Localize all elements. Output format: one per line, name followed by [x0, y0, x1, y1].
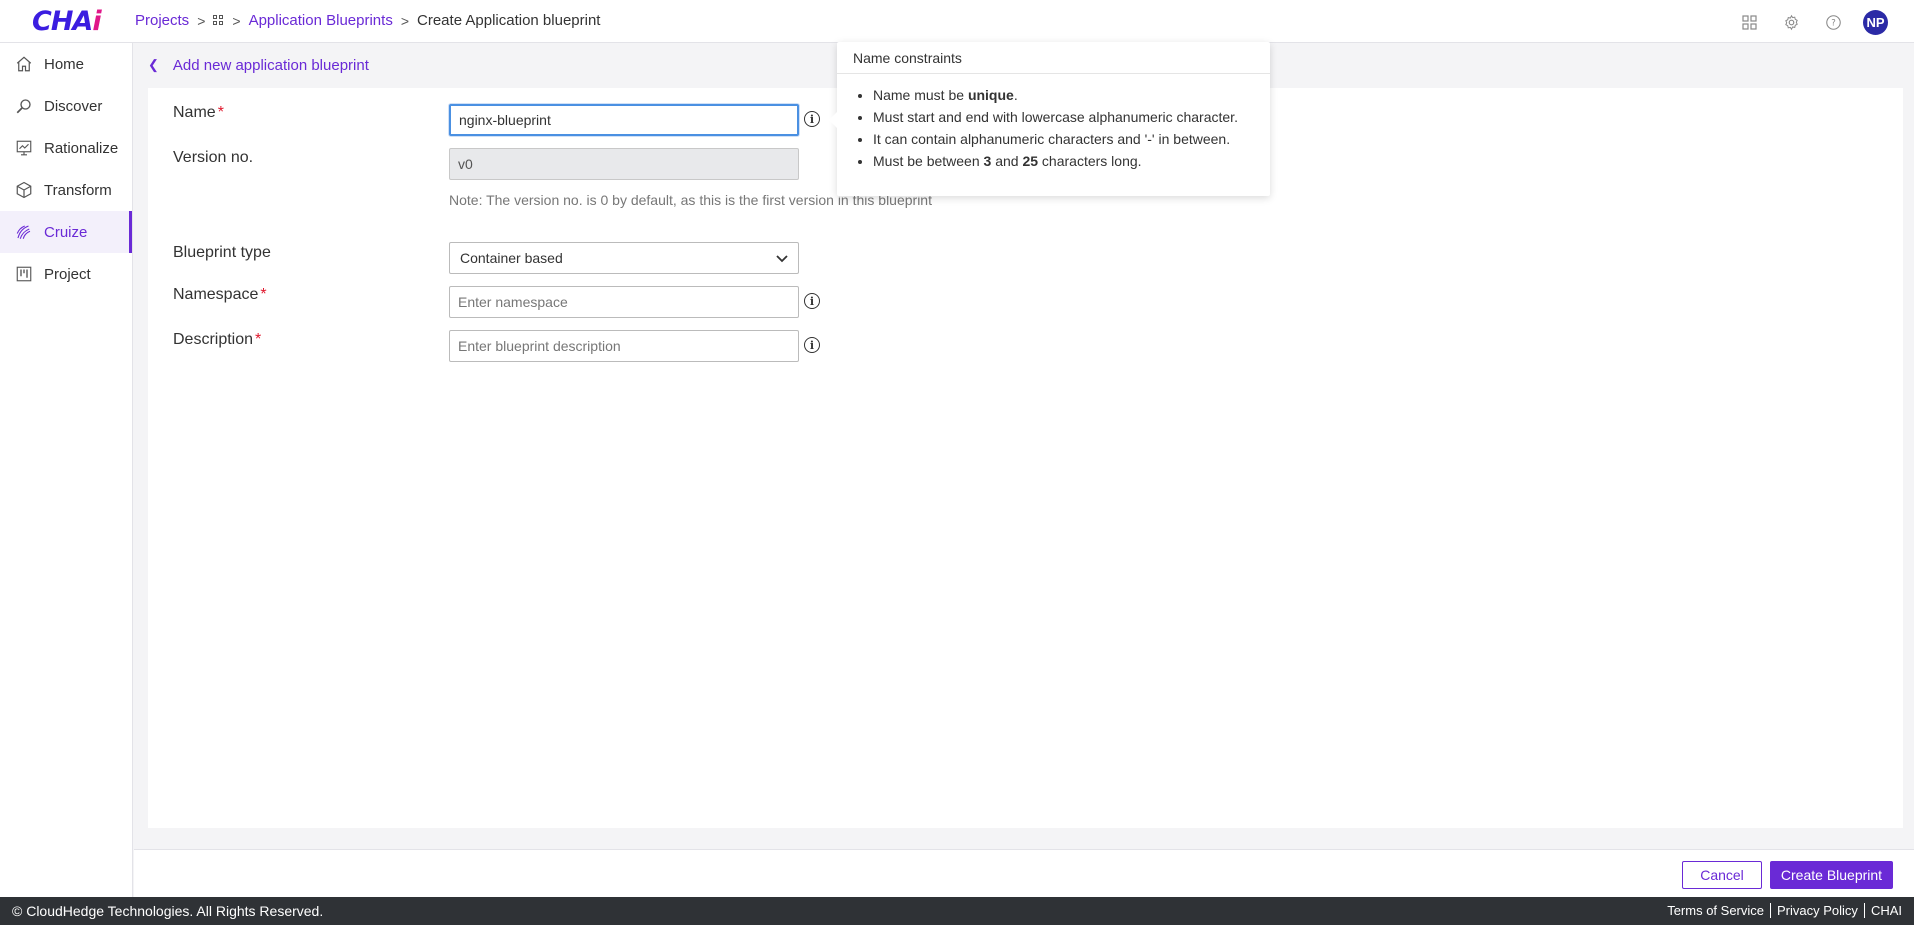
home-icon — [14, 54, 34, 74]
description-input[interactable]: Enter blueprint description — [449, 330, 799, 362]
footer-links: Terms of Service Privacy Policy CHAI — [1667, 903, 1902, 918]
breadcrumb-separator: > — [400, 12, 410, 29]
required-mark: * — [217, 104, 224, 121]
sidebar-item-home[interactable]: Home — [0, 43, 132, 85]
required-mark: * — [260, 286, 267, 303]
footer-divider — [1770, 903, 1772, 918]
blueprint-type-label: Blueprint type — [173, 244, 271, 261]
cancel-button[interactable]: Cancel — [1682, 861, 1762, 889]
constraint-item: Must be between 3 and 25 characters long… — [873, 150, 1270, 172]
name-label: Name * — [173, 104, 224, 122]
tooltip-title: Name constraints — [837, 42, 1270, 74]
form-actions: Cancel Create Blueprint — [134, 849, 1914, 897]
project-grid-icon[interactable] — [213, 15, 224, 26]
copyright-text: © CloudHedge Technologies. All Rights Re… — [12, 903, 324, 919]
description-info-icon[interactable]: i — [804, 337, 820, 353]
footer-divider — [1863, 903, 1865, 918]
description-label: Description * — [173, 331, 261, 349]
sidebar-item-label: Transform — [44, 181, 112, 199]
chai-logo[interactable]: CHAi — [32, 6, 102, 37]
sidebar-item-label: Discover — [44, 97, 103, 115]
description-label-text: Description — [173, 331, 254, 348]
name-input[interactable]: nginx-blueprint — [449, 104, 799, 136]
breadcrumb-separator: > — [197, 12, 206, 29]
namespace-input[interactable]: Enter namespace — [449, 286, 799, 318]
sidebar-item-rationalize[interactable]: Rationalize — [0, 127, 132, 169]
breadcrumb-separator: > — [232, 12, 241, 29]
blueprint-type-select[interactable]: Container based — [449, 242, 799, 274]
version-label: Version no. — [173, 149, 254, 166]
help-icon[interactable]: ? — [1821, 11, 1845, 35]
constraint-item: Name must be unique. — [873, 84, 1270, 106]
kanban-icon — [14, 264, 34, 284]
rationalize-icon — [14, 138, 34, 158]
sidebar-item-label: Cruize — [44, 223, 88, 241]
blueprint-type-value: Container based — [460, 250, 563, 266]
discover-icon — [14, 96, 34, 116]
chevron-down-icon — [776, 250, 788, 266]
cruize-icon — [14, 222, 34, 242]
sidebar: Home Discover Rationalize Transform Crui… — [0, 43, 133, 897]
apps-grid-icon[interactable] — [1737, 11, 1761, 35]
logo-text: CHA — [32, 6, 93, 37]
breadcrumb-current: Create Application blueprint — [417, 12, 601, 29]
gear-icon[interactable] — [1779, 11, 1803, 35]
cube-icon — [14, 180, 34, 200]
blueprint-form: Name * nginx-blueprint i Version no. v0 N… — [148, 88, 1903, 828]
sidebar-item-discover[interactable]: Discover — [0, 85, 132, 127]
name-info-icon[interactable]: i — [804, 111, 820, 127]
constraints-list: Name must be unique. Must start and end … — [837, 74, 1270, 172]
namespace-label: Namespace * — [173, 286, 267, 304]
name-constraints-tooltip: Name constraints Name must be unique. Mu… — [829, 42, 1270, 196]
name-label-text: Name — [173, 104, 216, 121]
create-blueprint-button[interactable]: Create Blueprint — [1770, 861, 1893, 889]
header-actions: ? NP — [1737, 10, 1888, 35]
footer: © CloudHedge Technologies. All Rights Re… — [0, 897, 1914, 925]
namespace-info-icon[interactable]: i — [804, 293, 820, 309]
brand-link[interactable]: CHAI — [1871, 903, 1902, 918]
sidebar-item-cruize[interactable]: Cruize — [0, 211, 132, 253]
breadcrumb-projects[interactable]: Projects — [135, 12, 189, 29]
sidebar-item-transform[interactable]: Transform — [0, 169, 132, 211]
top-header: CHAi Projects > > Application Blueprints… — [0, 0, 1914, 43]
privacy-link[interactable]: Privacy Policy — [1777, 903, 1858, 918]
logo-accent: i — [92, 6, 101, 37]
sidebar-item-label: Project — [44, 265, 91, 283]
sidebar-item-label: Home — [44, 55, 85, 73]
required-mark: * — [255, 331, 262, 348]
chevron-left-icon: ❮ — [148, 57, 159, 72]
user-avatar[interactable]: NP — [1863, 10, 1888, 35]
constraint-item: Must start and end with lowercase alphan… — [873, 106, 1270, 128]
breadcrumb-application-blueprints[interactable]: Application Blueprints — [249, 12, 393, 29]
back-link-label: Add new application blueprint — [172, 56, 369, 74]
sidebar-item-label: Rationalize — [44, 139, 119, 157]
sidebar-item-project[interactable]: Project — [0, 253, 132, 295]
svg-text:?: ? — [1831, 19, 1836, 29]
terms-link[interactable]: Terms of Service — [1667, 903, 1764, 918]
version-input: v0 — [449, 148, 799, 180]
namespace-label-text: Namespace — [173, 286, 259, 303]
constraint-item: It can contain alphanumeric characters a… — [873, 128, 1270, 150]
breadcrumb: Projects > > Application Blueprints > Cr… — [135, 12, 600, 29]
